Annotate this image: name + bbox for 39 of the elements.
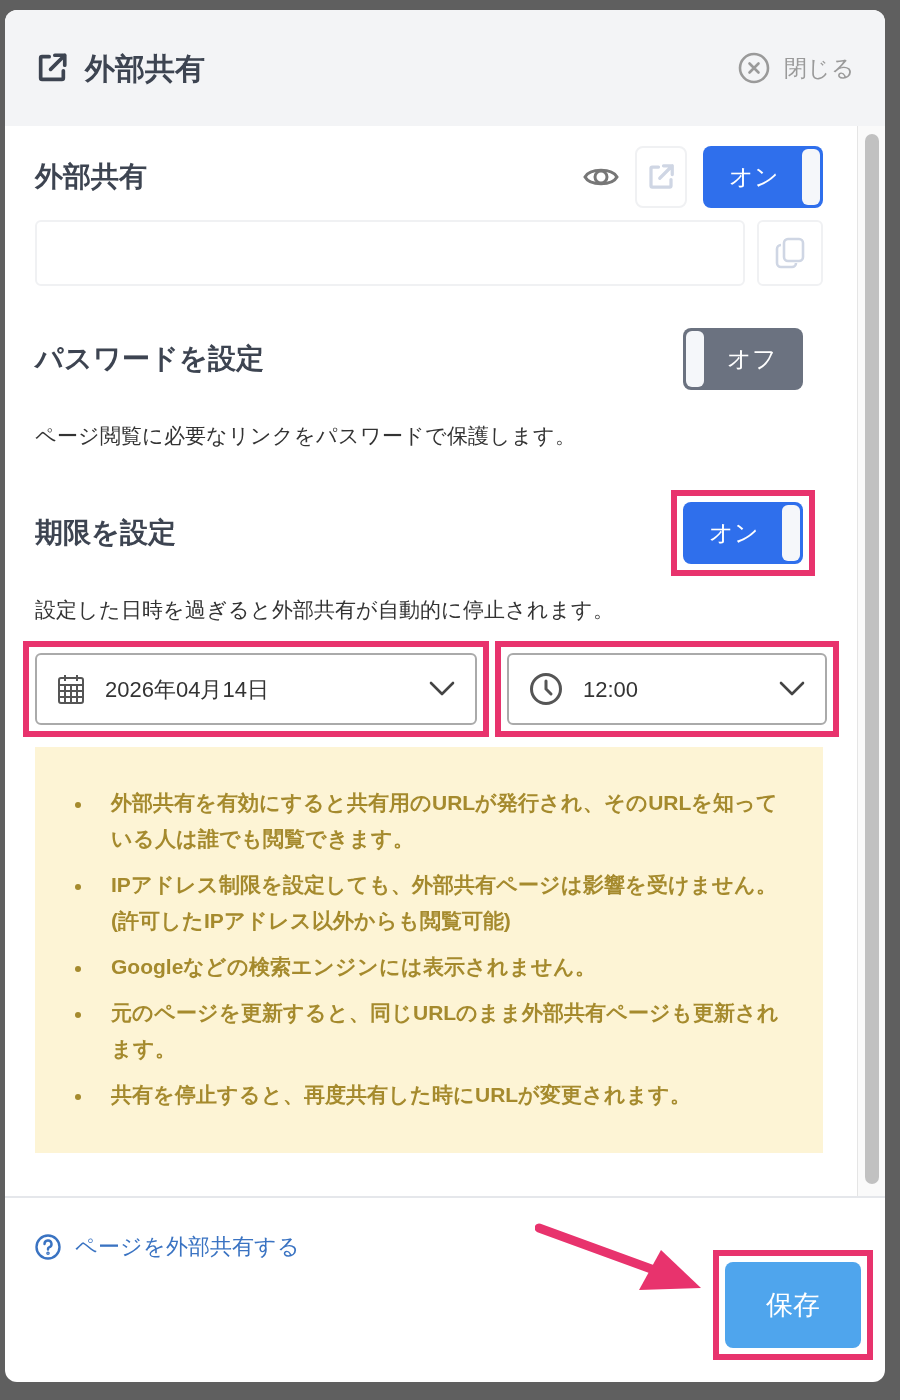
notice-text: 外部共有を有効にすると共有用のURLが発行され、そのURLを知っている人は誰でも閲覧できます。: [109, 790, 780, 852]
scrollbar[interactable]: [857, 126, 885, 1196]
bullet-icon: [75, 1094, 81, 1100]
notice-text: IPアドレス制限を設定しても、外部共有ページは影響を受けません。(許可したIPアドレス以外からも閲覧可能): [110, 872, 778, 934]
time-picker[interactable]: 12:00: [507, 653, 827, 725]
toggle-knob: [782, 504, 800, 561]
open-link-button[interactable]: [635, 146, 687, 208]
toggle-switch[interactable]: オン: [683, 501, 803, 564]
bullet-icon: [75, 884, 81, 890]
bullet-icon: [75, 966, 81, 972]
section-title: パスワードを設定: [35, 342, 264, 376]
copy-button[interactable]: [757, 220, 823, 286]
toggle-switch[interactable]: オフ: [683, 328, 803, 390]
close-icon: [738, 52, 770, 84]
bullet-icon: [75, 1012, 81, 1018]
calendar-icon: [57, 673, 85, 705]
section-title: 期限を設定: [35, 515, 176, 550]
section-description: 設定した日時を過ぎると外部共有が自動的に停止されます。: [35, 596, 615, 623]
dialog-title: 外部共有: [85, 50, 205, 87]
toggle-switch[interactable]: オン: [703, 146, 823, 208]
save-button[interactable]: 保存: [725, 1262, 861, 1348]
toggle-knob: [802, 149, 820, 205]
external-link-icon: [646, 162, 676, 192]
chevron-down-icon: [429, 681, 455, 697]
notice-text: 共有を停止すると、再度共有した時にURLが変更されます。: [110, 1082, 692, 1108]
scrollbar-thumb[interactable]: [864, 134, 879, 1184]
chevron-down-icon: [779, 681, 805, 697]
section-title: 外部共有: [35, 160, 147, 194]
notice-text: Googleなどの検索エンジンには表示されません。: [110, 954, 597, 981]
help-icon: [35, 1233, 61, 1260]
help-link[interactable]: ページを外部共有する: [35, 1230, 300, 1263]
date-picker[interactable]: 2026年04月14日: [35, 653, 477, 725]
copy-icon: [775, 237, 805, 269]
clock-icon: [529, 672, 563, 706]
notice-text: 元のページを更新すると、同じURLのまま外部共有ページも更新されます。: [110, 1000, 781, 1062]
toggle-knob: [686, 331, 704, 387]
section-description: ページ閲覧に必要なリンクをパスワードで保護します。: [35, 423, 577, 449]
close-button[interactable]: 閉じる: [738, 50, 855, 86]
bullet-icon: [75, 802, 81, 808]
